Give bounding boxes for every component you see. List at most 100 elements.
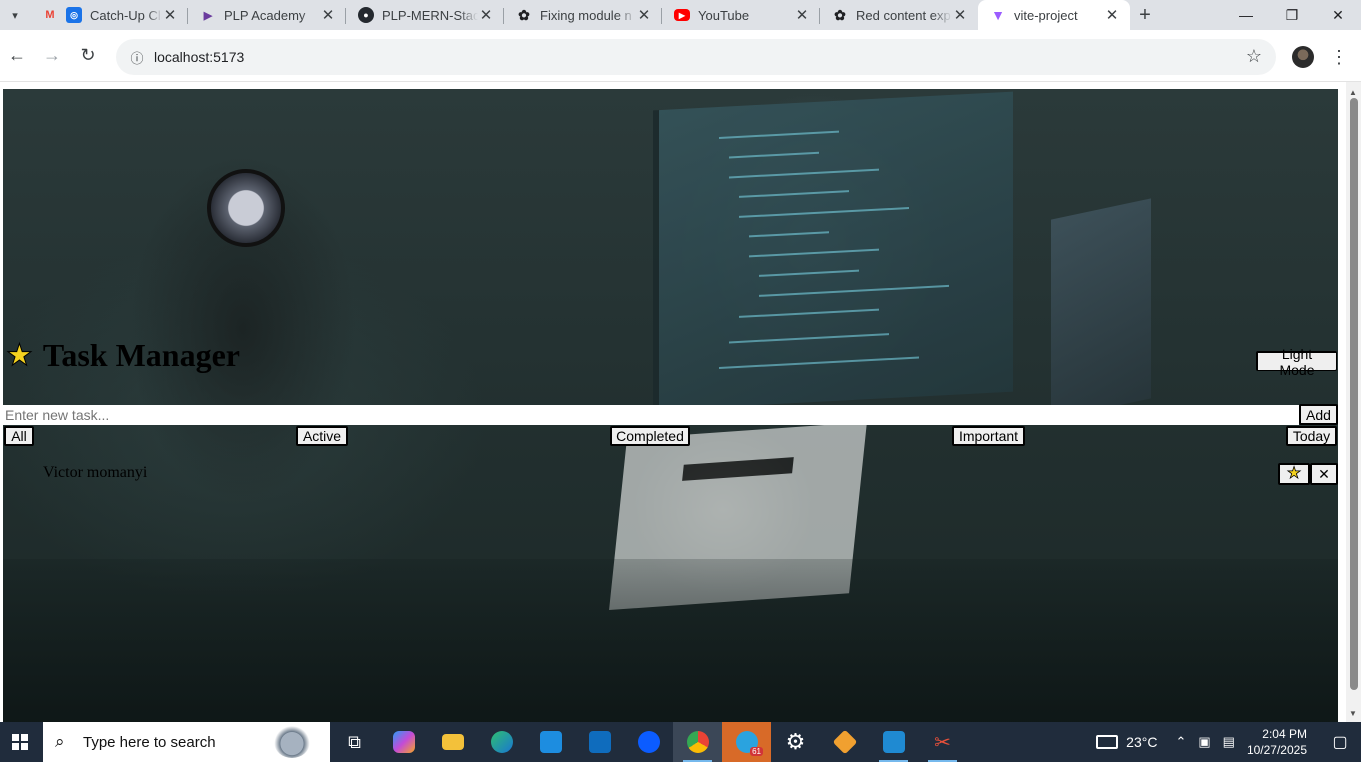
file-explorer-button[interactable]: [428, 722, 477, 762]
close-icon[interactable]: ✕: [478, 6, 494, 24]
task-item-text[interactable]: Victor momanyi: [43, 464, 147, 482]
tab-strip: ▾ M ◎ Catch-Up Cla ✕ ▶ PLP Academy ✕ ● P…: [0, 0, 1361, 30]
scroll-up-icon[interactable]: ▲: [1349, 88, 1357, 97]
filter-important-button[interactable]: Important: [952, 426, 1025, 446]
start-button[interactable]: [0, 722, 40, 762]
add-task-button[interactable]: Add: [1299, 404, 1338, 425]
tab-chatgpt-red[interactable]: ✿ Red content exp ✕: [820, 0, 978, 30]
close-icon[interactable]: ✕: [952, 6, 968, 24]
plp-icon: ▶: [203, 9, 213, 22]
vite-icon: ▼: [991, 7, 1005, 23]
store-button[interactable]: [526, 722, 575, 762]
background-desk: [3, 559, 1338, 722]
star-icon: ★: [6, 338, 34, 372]
new-tab-button[interactable]: +: [1130, 0, 1160, 30]
forward-button[interactable]: →: [34, 38, 70, 74]
weather-icon: [1096, 735, 1119, 749]
reload-button[interactable]: ↻: [70, 38, 106, 74]
filter-today-button[interactable]: Today: [1286, 426, 1337, 446]
address-bar[interactable]: ⓘ localhost:5173 ☆: [116, 39, 1276, 75]
close-icon[interactable]: ✕: [794, 6, 810, 24]
weather-widget[interactable]: 23°C: [1096, 734, 1157, 750]
filter-all-button[interactable]: All: [4, 426, 34, 446]
search-icon: ⌕: [55, 732, 65, 751]
page-viewport: ★ Task Manager Light Mode Add All Active…: [0, 82, 1361, 722]
chrome-button[interactable]: [673, 722, 722, 762]
task-view-button[interactable]: ⧉: [330, 722, 379, 762]
delete-task-button[interactable]: ✕: [1310, 463, 1338, 485]
url-text[interactable]: localhost:5173: [154, 49, 244, 65]
task-manager-app: ★ Task Manager Light Mode Add All Active…: [3, 89, 1338, 722]
tab-youtube[interactable]: ▶ YouTube ✕: [662, 0, 820, 30]
outlook-icon: [588, 731, 611, 753]
tab-search-button[interactable]: ▾: [0, 0, 30, 30]
star-icon: ★: [1286, 465, 1302, 482]
code-line: [719, 130, 839, 139]
vscode-button[interactable]: [869, 722, 918, 762]
filter-completed-button[interactable]: Completed: [610, 426, 690, 446]
zoom-button[interactable]: [624, 722, 673, 762]
chrome-icon: [686, 731, 709, 753]
close-icon[interactable]: ✕: [320, 6, 336, 24]
meet-now-icon[interactable]: ▣: [1198, 734, 1210, 750]
youtube-icon: ▶: [674, 9, 690, 21]
reload-icon: ↻: [80, 45, 96, 65]
chevron-down-icon: ▾: [12, 9, 18, 22]
tab-title: Fixing module n: [540, 7, 632, 23]
arrow-left-icon: ←: [8, 45, 26, 65]
scissors-icon: ✂: [934, 731, 951, 754]
scroll-down-icon[interactable]: ▼: [1349, 709, 1357, 718]
gmail-icon: M: [45, 9, 55, 21]
tab-chatgpt-fixing[interactable]: ✿ Fixing module n ✕: [504, 0, 662, 30]
back-button[interactable]: ←: [0, 38, 34, 74]
close-window-button[interactable]: ✕: [1315, 0, 1361, 30]
app-header: ★ Task Manager: [6, 337, 240, 374]
code-line: [739, 308, 879, 318]
restore-button[interactable]: ❐: [1269, 0, 1315, 30]
tab-title: PLP Academy: [224, 7, 306, 23]
site-info-icon[interactable]: ⓘ: [122, 48, 152, 67]
clock-date: 10/27/2025: [1246, 743, 1307, 757]
background-headphone: [207, 169, 285, 247]
github-icon: ●: [358, 7, 374, 23]
profile-avatar[interactable]: [1292, 46, 1314, 68]
notification-icon[interactable]: ▢: [1325, 732, 1355, 752]
tab-plp-academy[interactable]: ▶ PLP Academy ✕: [188, 0, 346, 30]
telegram-button[interactable]: 61: [722, 722, 771, 762]
chevron-up-icon[interactable]: ⌃: [1175, 734, 1186, 750]
page-title: Task Manager: [42, 337, 240, 373]
weather-text: 23°C: [1126, 734, 1158, 750]
tab-title: Red content exp: [856, 7, 951, 23]
mark-important-button[interactable]: ★: [1278, 463, 1310, 485]
browser-menu-icon[interactable]: ⋮: [1330, 44, 1348, 70]
minimize-button[interactable]: —: [1223, 0, 1269, 30]
code-line: [749, 248, 879, 258]
bookmark-star-icon[interactable]: ☆: [1246, 46, 1262, 67]
task-view-icon: ⧉: [348, 731, 361, 752]
tab-gmail[interactable]: M ◎ Catch-Up Cla ✕: [30, 0, 188, 30]
page-scrollbar[interactable]: ▲ ▼: [1346, 82, 1361, 722]
outlook-button[interactable]: [575, 722, 624, 762]
tab-github[interactable]: ● PLP-MERN-Stack ✕: [346, 0, 504, 30]
tab-vite-project[interactable]: ▼ vite-project ✕: [978, 0, 1130, 30]
taskbar-search-box[interactable]: ⌕ Type here to search: [43, 722, 330, 762]
copilot-button[interactable]: [379, 722, 428, 762]
settings-button[interactable]: ⚙: [771, 722, 820, 762]
clock[interactable]: 2:04 PM 10/27/2025: [1247, 726, 1307, 758]
code-line: [729, 151, 819, 159]
git-button[interactable]: [820, 722, 869, 762]
snipping-tool-button[interactable]: ✂: [918, 722, 967, 762]
network-icon[interactable]: ▤: [1223, 734, 1235, 750]
browser-toolbar: ← → ↻ ⓘ localhost:5173 ☆ ⋮: [0, 30, 1361, 82]
close-icon[interactable]: ✕: [1104, 6, 1120, 24]
new-task-input[interactable]: [3, 405, 1299, 425]
edge-button[interactable]: [477, 722, 526, 762]
tab-title: Catch-Up Cla: [90, 7, 162, 23]
scrollbar-thumb[interactable]: [1350, 98, 1358, 690]
filter-active-button[interactable]: Active: [296, 426, 348, 446]
git-icon: [832, 729, 857, 755]
light-mode-button[interactable]: Light Mode: [1256, 346, 1337, 378]
chatgpt-icon: ✿: [834, 6, 846, 23]
close-icon[interactable]: ✕: [636, 6, 652, 24]
close-icon[interactable]: ✕: [162, 6, 178, 24]
